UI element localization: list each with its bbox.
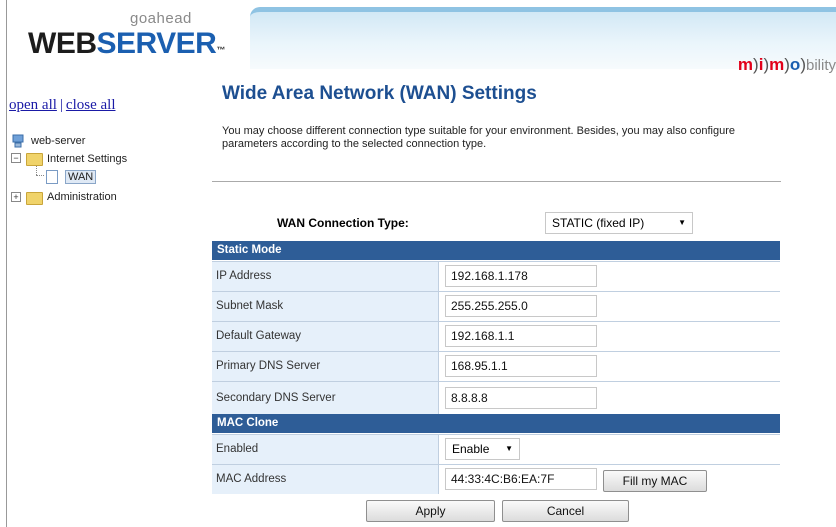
mac-clone-enabled-value: Enable — [452, 442, 490, 456]
logo-tm: ™ — [216, 45, 225, 55]
folder-open-icon — [26, 153, 43, 166]
ip-address-label: IP Address — [212, 262, 439, 291]
form-row: Secondary DNS Server 8.8.8.8 — [212, 381, 780, 414]
close-all-link[interactable]: close all — [66, 97, 116, 113]
frame-divider — [6, 0, 7, 527]
mac-clone-enabled-select[interactable]: Enable ▼ — [445, 438, 520, 460]
mac-address-input[interactable]: 44:33:4C:B6:EA:7F — [445, 468, 597, 490]
form-row: IP Address 192.168.1.178 — [212, 261, 780, 291]
fill-my-mac-button[interactable]: Fill my MAC — [603, 470, 707, 492]
form-row: Subnet Mask 255.255.255.0 — [212, 291, 780, 321]
brand-letter: m — [737, 55, 754, 74]
logo-wordmark: WEBSERVER™ — [28, 26, 225, 62]
tree-item-web-server[interactable]: web-server — [31, 135, 85, 147]
dropdown-arrow-icon: ▼ — [505, 444, 513, 453]
default-gateway-input[interactable]: 192.168.1.1 — [445, 325, 597, 347]
logo-small-text: goahead — [130, 10, 192, 27]
section-header-static-mode: Static Mode — [212, 241, 780, 260]
logo: goahead WEBSERVER™ — [0, 0, 250, 68]
open-all-link[interactable]: open all — [9, 97, 57, 113]
connection-type-value: STATIC (fixed IP) — [552, 216, 645, 230]
brand-rest: bility — [805, 56, 836, 74]
tree-item-internet-settings[interactable]: Internet Settings — [47, 153, 127, 165]
apply-button[interactable]: Apply — [366, 500, 495, 522]
folder-icon — [26, 192, 43, 205]
primary-dns-input[interactable]: 168.95.1.1 — [445, 355, 597, 377]
divider — [212, 181, 781, 182]
tree-connector — [36, 175, 44, 176]
server-icon — [12, 134, 24, 148]
page-description: You may choose different connection type… — [222, 125, 736, 150]
tree-controls: open all | close all — [9, 97, 116, 114]
mac-clone-enabled-label: Enabled — [212, 435, 439, 464]
tree-item-wan[interactable]: WAN — [65, 170, 97, 184]
section-header-mac-clone: MAC Clone — [212, 414, 780, 433]
mac-address-label: MAC Address — [212, 465, 439, 494]
logo-web: WEB — [28, 27, 97, 60]
header-banner: m) i) m) o) bility — [250, 7, 836, 74]
page-icon — [46, 170, 58, 184]
dropdown-arrow-icon: ▼ — [678, 218, 686, 227]
secondary-dns-label: Secondary DNS Server — [212, 382, 439, 414]
logo-server: SERVER — [96, 27, 217, 60]
tree-connector — [36, 166, 37, 175]
tree-links-separator: | — [59, 97, 63, 113]
page-title: Wide Area Network (WAN) Settings — [222, 83, 537, 104]
tree-expand-icon[interactable]: + — [11, 192, 21, 202]
ip-address-input[interactable]: 192.168.1.178 — [445, 265, 597, 287]
subnet-mask-input[interactable]: 255.255.255.0 — [445, 295, 597, 317]
form-row: Enabled Enable ▼ — [212, 434, 780, 464]
tree-collapse-icon[interactable]: − — [11, 153, 21, 163]
form-row: Default Gateway 192.168.1.1 — [212, 321, 780, 351]
primary-dns-label: Primary DNS Server — [212, 352, 439, 381]
brand-letter: m — [769, 55, 785, 74]
connection-type-select[interactable]: STATIC (fixed IP) ▼ — [545, 212, 693, 234]
cancel-button[interactable]: Cancel — [502, 500, 629, 522]
default-gateway-label: Default Gateway — [212, 322, 439, 351]
tree-item-administration[interactable]: Administration — [47, 191, 117, 203]
secondary-dns-input[interactable]: 8.8.8.8 — [445, 387, 597, 409]
brand-logo: m) i) m) o) bility — [738, 52, 836, 78]
subnet-mask-label: Subnet Mask — [212, 292, 439, 321]
brand-letter: o — [789, 55, 801, 74]
form-row: Primary DNS Server 168.95.1.1 — [212, 351, 780, 381]
connection-type-label: WAN Connection Type: — [277, 216, 409, 230]
